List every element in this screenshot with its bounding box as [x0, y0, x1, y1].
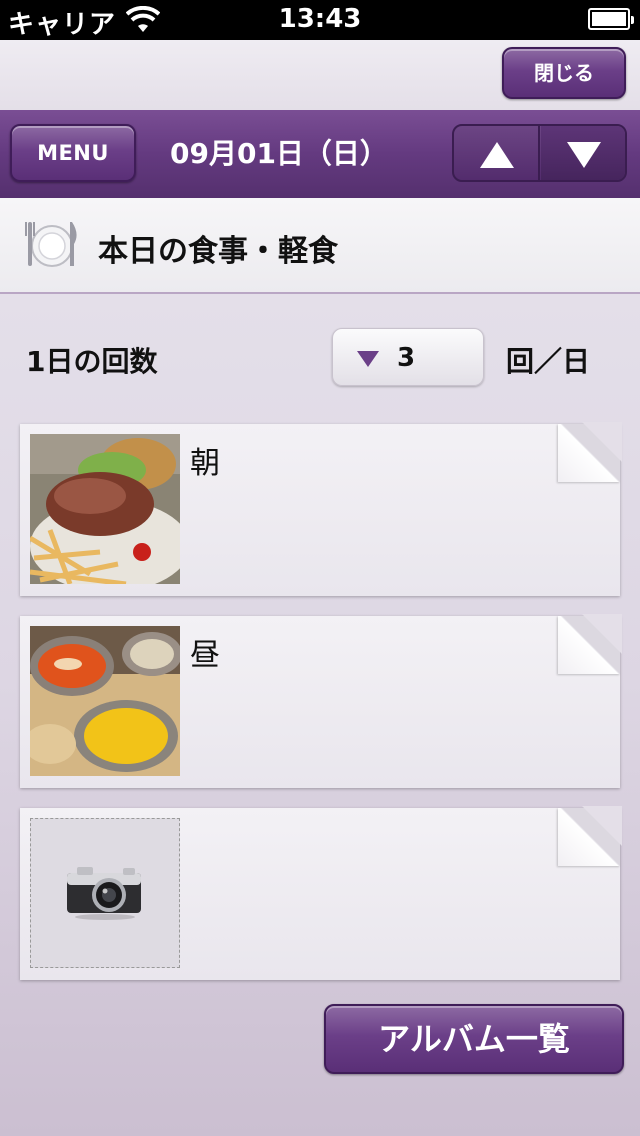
count-unit: 回／日 [506, 345, 591, 378]
previous-day-button[interactable] [454, 126, 540, 180]
status-bar: キャリア 13:43 [0, 0, 640, 40]
arrow-down-icon [567, 142, 601, 168]
arrow-up-icon [480, 142, 514, 168]
battery-icon [588, 8, 634, 30]
dropdown-arrow-icon [357, 351, 379, 367]
page-curl-icon [558, 806, 622, 866]
count-dropdown[interactable]: 3 [332, 328, 484, 386]
clock: 13:43 [278, 4, 362, 34]
count-value: 3 [397, 343, 416, 373]
count-label: 1日の回数 [26, 345, 158, 378]
date-nav-bar: MENU 09月01日（日） [0, 110, 640, 198]
meal-card-breakfast[interactable]: 朝 [20, 422, 622, 596]
meal-label-lunch: 昼 [190, 638, 220, 673]
top-bar: 閉じる [0, 40, 640, 110]
page-curl-icon [558, 614, 622, 674]
meal-photo-lunch[interactable] [30, 626, 180, 776]
section-title: 本日の食事・軽食 [98, 234, 338, 269]
next-day-button[interactable] [541, 126, 625, 180]
close-button[interactable]: 閉じる [502, 47, 626, 99]
album-list-button[interactable]: アルバム一覧 [324, 1004, 624, 1074]
page-curl-icon [558, 422, 622, 482]
camera-placeholder-icon [67, 867, 141, 920]
meal-photo-breakfast[interactable] [30, 434, 180, 584]
menu-button[interactable]: MENU [10, 124, 136, 182]
meal-label-breakfast: 朝 [190, 446, 220, 481]
date-stepper [452, 124, 627, 182]
plate-fork-knife-icon [25, 222, 77, 267]
meal-card-empty[interactable] [20, 806, 622, 980]
add-photo-button[interactable] [30, 818, 180, 968]
current-date: 09月01日（日） [170, 137, 388, 170]
meal-card-lunch[interactable]: 昼 [20, 614, 622, 788]
section-header: 本日の食事・軽食 [0, 198, 640, 294]
